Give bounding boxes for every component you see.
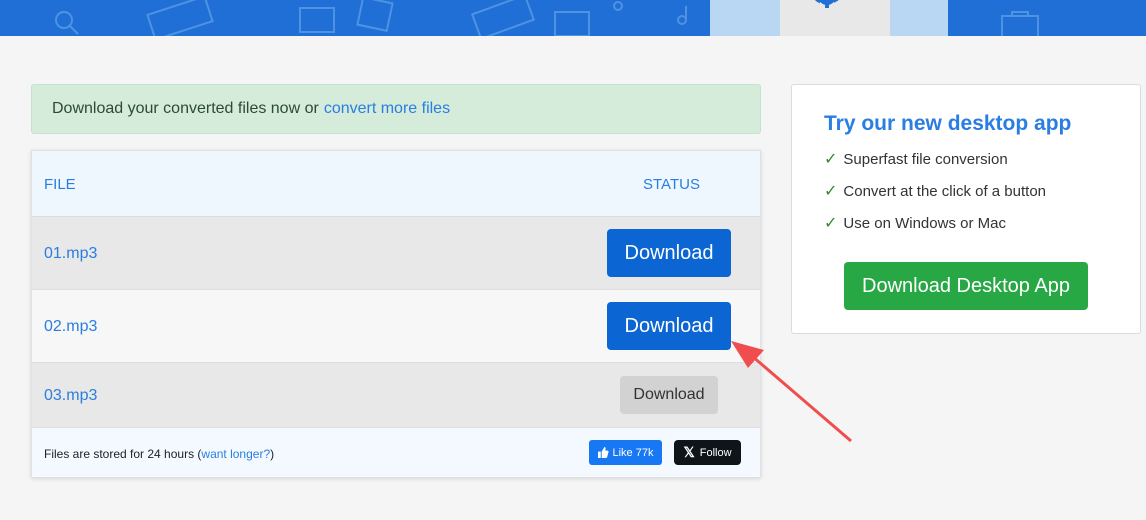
table-row: 03.mp3 Download: [32, 363, 760, 428]
x-follow-button[interactable]: 𝕏 Follow: [674, 440, 741, 465]
storage-note-suffix: ): [270, 447, 275, 461]
desktop-app-promo: Try our new desktop app ✓ Superfast file…: [791, 84, 1141, 334]
storage-note: Files are stored for 24 hours (want long…: [44, 447, 274, 461]
column-header-file: FILE: [44, 176, 76, 193]
promo-title: Try our new desktop app: [824, 112, 1072, 135]
feature-label: Use on Windows or Mac: [843, 214, 1006, 232]
feature-item: ✓ Superfast file conversion: [824, 149, 1008, 169]
banner-pattern: [55, 0, 1039, 36]
follow-label: Follow: [699, 446, 732, 459]
facebook-like-button[interactable]: Like 77k: [589, 440, 662, 465]
table-footer: Files are stored for 24 hours (want long…: [32, 428, 760, 477]
alert-text: Download your converted files now or: [52, 100, 319, 117]
file-link[interactable]: 03.mp3: [44, 387, 97, 405]
like-label: Like 77k: [612, 446, 654, 459]
feature-label: Convert at the click of a button: [843, 182, 1047, 200]
x-logo-icon: 𝕏: [683, 444, 695, 460]
success-alert: Download your converted files now or con…: [31, 84, 761, 134]
download-desktop-app-button[interactable]: Download Desktop App: [844, 262, 1088, 310]
check-icon: ✓: [824, 183, 838, 200]
want-longer-link[interactable]: want longer?: [201, 447, 270, 461]
download-button[interactable]: Download: [607, 302, 731, 350]
storage-note-prefix: Files are stored for 24 hours (: [44, 447, 202, 461]
files-table: FILE STATUS 01.mp3 Download 02.mp3 Downl…: [31, 150, 761, 478]
download-button-pending[interactable]: Download: [620, 376, 718, 414]
banner-tab: [710, 0, 780, 36]
file-link[interactable]: 02.mp3: [44, 318, 97, 336]
feature-item: ✓ Use on Windows or Mac: [824, 213, 1006, 233]
thumbs-up-icon: [597, 447, 609, 458]
table-row: 02.mp3 Download: [32, 290, 760, 363]
check-icon: ✓: [824, 151, 838, 168]
banner-tab: [890, 0, 948, 36]
feature-label: Superfast file conversion: [843, 150, 1008, 168]
table-row: 01.mp3 Download: [32, 217, 760, 290]
header-banner: [0, 0, 1146, 36]
file-link[interactable]: 01.mp3: [44, 245, 97, 263]
gear-icon: [815, 0, 839, 8]
feature-item: ✓ Convert at the click of a button: [824, 181, 1046, 201]
convert-more-link[interactable]: convert more files: [324, 100, 450, 118]
column-header-status: STATUS: [643, 176, 700, 193]
check-icon: ✓: [824, 215, 838, 232]
table-header: FILE STATUS: [32, 151, 760, 217]
download-button[interactable]: Download: [607, 229, 731, 277]
